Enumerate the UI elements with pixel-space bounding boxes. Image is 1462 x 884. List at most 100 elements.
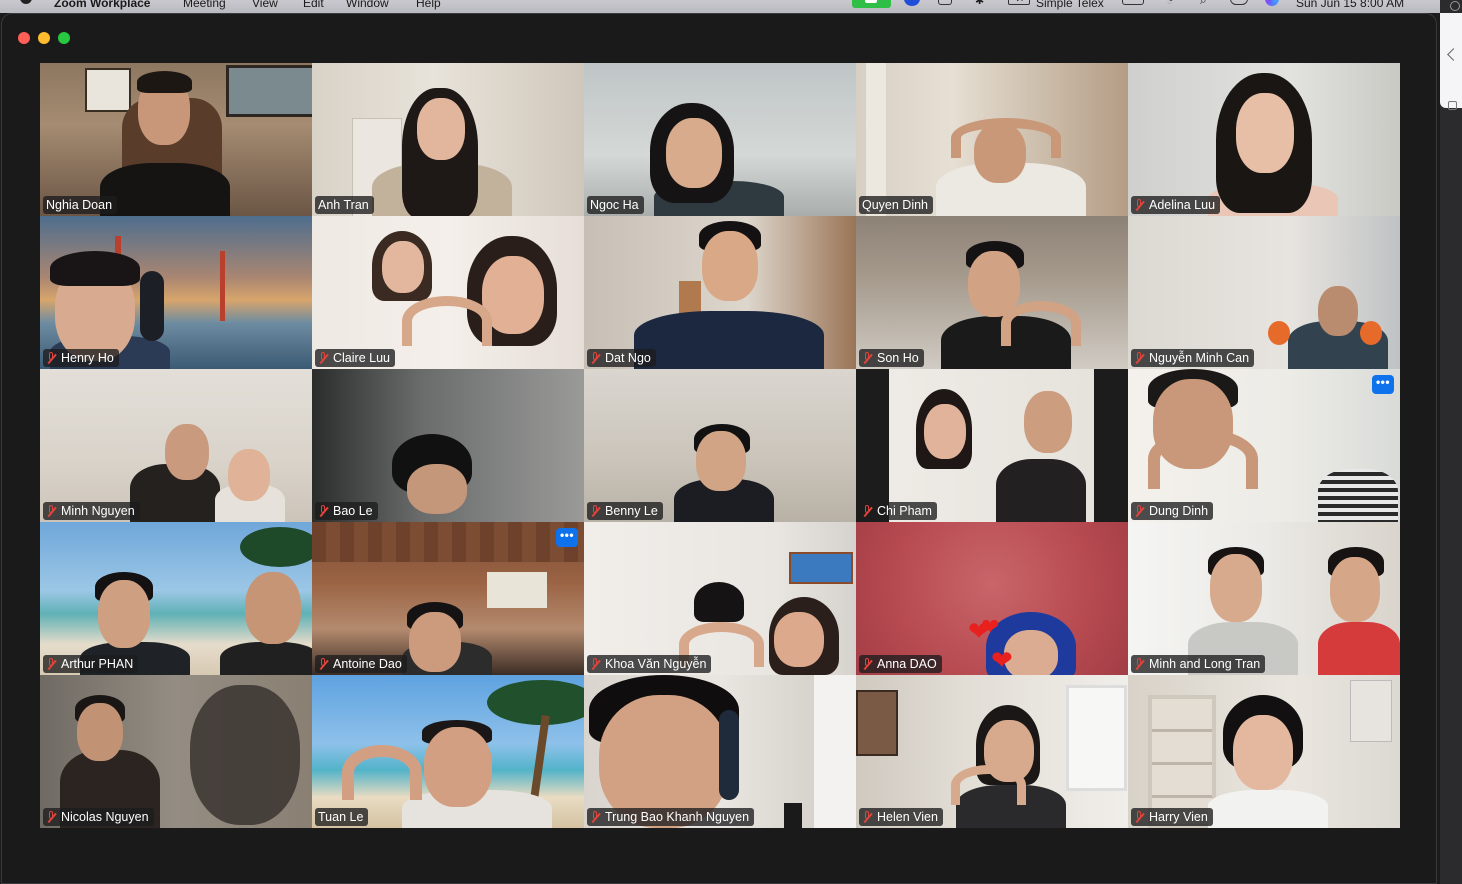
video-tile[interactable]: Trung Bao Khanh Nguyen: [584, 675, 856, 828]
participant-name-label: Son Ho: [859, 349, 924, 367]
participant-face: [702, 231, 758, 301]
participant-name: Minh and Long Tran: [1149, 657, 1261, 671]
microphone-muted-icon: [46, 351, 56, 365]
video-tile[interactable]: Quyen Dinh: [856, 63, 1128, 216]
video-tile[interactable]: Nicolas Nguyen: [40, 675, 312, 828]
menu-help[interactable]: Help: [416, 0, 441, 10]
video-tile[interactable]: ••• Antoine Dao: [312, 522, 584, 675]
video-tile[interactable]: Minh Nguyen: [40, 369, 312, 522]
video-tile[interactable]: Harry Vien: [1128, 675, 1400, 828]
zoom-chat-icon[interactable]: [904, 0, 920, 6]
input-method-label[interactable]: Simple Telex: [1036, 0, 1104, 10]
wall-painting: [789, 552, 853, 584]
participant-name-label: Harry Vien: [1131, 808, 1213, 826]
participant-name: Khoa Văn Nguyễn: [605, 657, 707, 671]
video-tile[interactable]: Adelina Luu: [1128, 63, 1400, 216]
participant-face: [407, 464, 467, 514]
participant-face: [696, 431, 746, 491]
participant-name: Bao Le: [333, 504, 373, 518]
participant-name-label: Nicolas Nguyen: [43, 808, 154, 826]
participant-name: Anna DAO: [877, 657, 937, 671]
participant-face: [228, 449, 270, 501]
video-tile[interactable]: Khoa Văn Nguyễn: [584, 522, 856, 675]
video-tile[interactable]: Bao Le: [312, 369, 584, 522]
wooden-ceiling: [312, 522, 584, 562]
participant-name: Ngoc Ha: [590, 198, 639, 212]
participant-body: [100, 163, 230, 216]
control-center-icon[interactable]: [1230, 0, 1248, 5]
microphone-muted-icon: [1134, 504, 1144, 518]
spotlight-search-icon[interactable]: ⌕: [1200, 0, 1207, 8]
participant-name: Nghia Doan: [46, 198, 113, 212]
video-tile[interactable]: ••• Dung Dinh: [1128, 369, 1400, 522]
square-icon[interactable]: [1448, 101, 1457, 110]
apple-icon[interactable]: [20, 0, 32, 4]
screen-share-status-icon[interactable]: [938, 0, 952, 5]
video-tile[interactable]: Nghia Doan: [40, 63, 312, 216]
participant-body: [1318, 469, 1398, 522]
participant-face: [424, 727, 492, 807]
video-tile[interactable]: Claire Luu: [312, 216, 584, 369]
participant-name-label: Helen Vien: [859, 808, 943, 826]
participant-name: Trung Bao Khanh Nguyen: [605, 810, 750, 824]
wall-painting: [856, 690, 898, 756]
menu-app-name[interactable]: Zoom Workplace: [54, 0, 150, 10]
participant-face: [417, 98, 465, 160]
input-source-label: VI: [1015, 0, 1024, 3]
participant-face: [98, 580, 150, 648]
chevron-left-icon[interactable]: [1447, 48, 1460, 61]
participant-name-label: Nghia Doan: [43, 196, 118, 214]
video-tile[interactable]: Arthur PHAN: [40, 522, 312, 675]
video-tile[interactable]: Nguyễn Minh Can: [1128, 216, 1400, 369]
minimize-window-button[interactable]: [38, 32, 50, 44]
video-tile-active-speaker[interactable]: Ngoc Ha: [584, 63, 856, 216]
video-tile[interactable]: Chi Pham: [856, 369, 1128, 522]
close-window-button[interactable]: [18, 32, 30, 44]
microphone-muted-icon: [1134, 657, 1144, 671]
microphone-muted-icon: [1134, 810, 1144, 824]
video-tile[interactable]: Tuan Le: [312, 675, 584, 828]
participant-name-label: Minh and Long Tran: [1131, 655, 1266, 673]
zoom-video-icon[interactable]: [852, 0, 891, 8]
participant-more-options-button[interactable]: •••: [1372, 375, 1394, 394]
input-source-badge[interactable]: VI: [1008, 0, 1030, 5]
microphone-muted-icon: [862, 657, 872, 671]
menu-clock[interactable]: Sun Jun 15 8:00 AM: [1296, 0, 1404, 10]
video-tile[interactable]: ❤ ❤ ❤ Anna DAO: [856, 522, 1128, 675]
maximize-window-button[interactable]: [58, 32, 70, 44]
participant-name: Antoine Dao: [333, 657, 402, 671]
bluetooth-icon[interactable]: ✱: [975, 0, 984, 7]
wifi-icon[interactable]: ◔: [1166, 0, 1173, 7]
participant-name: Henry Ho: [61, 351, 114, 365]
background-window: [1066, 685, 1127, 791]
menu-meeting[interactable]: Meeting: [183, 0, 226, 10]
video-tile[interactable]: Minh and Long Tran: [1128, 522, 1400, 675]
battery-icon[interactable]: [1122, 0, 1144, 5]
participant-name: Nguyễn Minh Can: [1149, 351, 1250, 365]
participant-body: [1208, 790, 1328, 828]
menu-edit[interactable]: Edit: [303, 0, 324, 10]
participant-face: [165, 424, 209, 480]
participant-name: Minh Nguyen: [61, 504, 135, 518]
menu-view[interactable]: View: [252, 0, 278, 10]
microphone-muted-icon: [590, 351, 600, 365]
participant-name-label: Quyen Dinh: [859, 196, 934, 214]
participant-name: Harry Vien: [1149, 810, 1208, 824]
more-options-icon: •••: [559, 528, 575, 542]
video-tile[interactable]: Son Ho: [856, 216, 1128, 369]
video-tile[interactable]: Henry Ho: [40, 216, 312, 369]
background-panel: [1440, 13, 1462, 110]
video-tile[interactable]: Benny Le: [584, 369, 856, 522]
siri-icon[interactable]: [1265, 0, 1279, 6]
video-tile[interactable]: Helen Vien: [856, 675, 1128, 828]
participant-name-label: Bao Le: [315, 502, 378, 520]
participant-face: [77, 703, 123, 761]
video-tile[interactable]: Dat Ngo: [584, 216, 856, 369]
video-tile[interactable]: Anh Tran: [312, 63, 584, 216]
participant-name: Anh Tran: [318, 198, 369, 212]
microphone-muted-icon: [318, 504, 328, 518]
participant-more-options-button[interactable]: •••: [556, 528, 578, 547]
participant-name-label: Dat Ngo: [587, 349, 656, 367]
menu-window[interactable]: Window: [346, 0, 389, 10]
fridge-notes: [1350, 680, 1392, 742]
